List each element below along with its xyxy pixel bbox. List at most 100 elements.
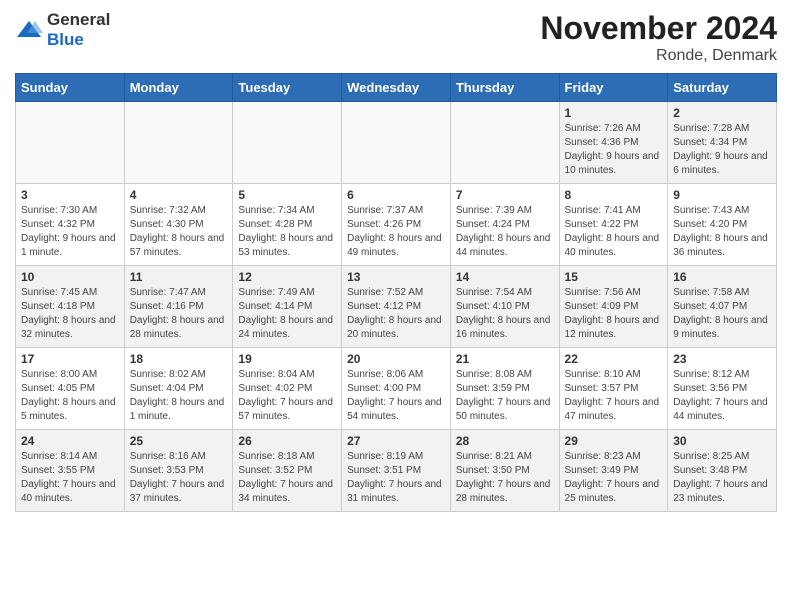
day-info: Sunrise: 7:28 AM Sunset: 4:34 PM Dayligh… <box>673 122 771 178</box>
day-info: Sunrise: 7:45 AM Sunset: 4:18 PM Dayligh… <box>21 286 119 342</box>
day-info: Sunrise: 7:49 AM Sunset: 4:14 PM Dayligh… <box>238 286 336 342</box>
day-info: Sunrise: 8:00 AM Sunset: 4:05 PM Dayligh… <box>21 368 119 424</box>
day-info: Sunrise: 8:16 AM Sunset: 3:53 PM Dayligh… <box>130 450 228 506</box>
calendar-body: 1Sunrise: 7:26 AM Sunset: 4:36 PM Daylig… <box>16 102 777 512</box>
day-info: Sunrise: 7:52 AM Sunset: 4:12 PM Dayligh… <box>347 286 445 342</box>
day-number: 27 <box>347 434 445 448</box>
header-day-tuesday: Tuesday <box>233 74 342 102</box>
calendar-cell: 11 Sunrise: 7:47 AM Sunset: 4:16 PM Dayli… <box>124 266 233 348</box>
day-number: 11 <box>130 270 228 284</box>
day-info: Sunrise: 7:39 AM Sunset: 4:24 PM Dayligh… <box>456 204 554 260</box>
header-day-monday: Monday <box>124 74 233 102</box>
header-day-thursday: Thursday <box>450 74 559 102</box>
calendar-cell <box>342 102 451 184</box>
day-number: 24 <box>21 434 119 448</box>
logo-general: General <box>47 10 110 29</box>
day-number: 20 <box>347 352 445 366</box>
calendar-header: SundayMondayTuesdayWednesdayThursdayFrid… <box>16 74 777 102</box>
day-number: 15 <box>565 270 663 284</box>
calendar-cell: 20 Sunrise: 8:06 AM Sunset: 4:00 PM Dayli… <box>342 348 451 430</box>
month-title: November 2024 <box>540 10 777 47</box>
location: Ronde, Denmark <box>540 47 777 65</box>
calendar-cell: 14 Sunrise: 7:54 AM Sunset: 4:10 PM Dayli… <box>450 266 559 348</box>
week-row-5: 24 Sunrise: 8:14 AM Sunset: 3:55 PM Dayli… <box>16 430 777 512</box>
day-number: 28 <box>456 434 554 448</box>
day-number: 6 <box>347 188 445 202</box>
day-info: Sunrise: 8:25 AM Sunset: 3:48 PM Dayligh… <box>673 450 771 506</box>
day-info: Sunrise: 8:14 AM Sunset: 3:55 PM Dayligh… <box>21 450 119 506</box>
day-number: 21 <box>456 352 554 366</box>
calendar-cell: 12 Sunrise: 7:49 AM Sunset: 4:14 PM Dayli… <box>233 266 342 348</box>
calendar-cell: 17 Sunrise: 8:00 AM Sunset: 4:05 PM Dayli… <box>16 348 125 430</box>
header-day-wednesday: Wednesday <box>342 74 451 102</box>
day-number: 4 <box>130 188 228 202</box>
day-info: Sunrise: 7:47 AM Sunset: 4:16 PM Dayligh… <box>130 286 228 342</box>
day-number: 29 <box>565 434 663 448</box>
day-number: 25 <box>130 434 228 448</box>
day-info: Sunrise: 7:43 AM Sunset: 4:20 PM Dayligh… <box>673 204 771 260</box>
day-number: 12 <box>238 270 336 284</box>
calendar-cell: 9Sunrise: 7:43 AM Sunset: 4:20 PM Daylig… <box>668 184 777 266</box>
calendar-cell: 10 Sunrise: 7:45 AM Sunset: 4:18 PM Dayli… <box>16 266 125 348</box>
header-row: SundayMondayTuesdayWednesdayThursdayFrid… <box>16 74 777 102</box>
day-info: Sunrise: 8:04 AM Sunset: 4:02 PM Dayligh… <box>238 368 336 424</box>
calendar-cell: 26 Sunrise: 8:18 AM Sunset: 3:52 PM Dayli… <box>233 430 342 512</box>
day-number: 7 <box>456 188 554 202</box>
day-number: 13 <box>347 270 445 284</box>
calendar-cell: 27 Sunrise: 8:19 AM Sunset: 3:51 PM Dayli… <box>342 430 451 512</box>
calendar-cell: 6 Sunrise: 7:37 AM Sunset: 4:26 PM Daylig… <box>342 184 451 266</box>
calendar-cell: 16Sunrise: 7:58 AM Sunset: 4:07 PM Dayli… <box>668 266 777 348</box>
day-number: 14 <box>456 270 554 284</box>
day-info: Sunrise: 8:10 AM Sunset: 3:57 PM Dayligh… <box>565 368 663 424</box>
day-info: Sunrise: 7:32 AM Sunset: 4:30 PM Dayligh… <box>130 204 228 260</box>
title-block: November 2024 Ronde, Denmark <box>540 10 777 65</box>
header-day-friday: Friday <box>559 74 668 102</box>
calendar-cell: 1Sunrise: 7:26 AM Sunset: 4:36 PM Daylig… <box>559 102 668 184</box>
day-info: Sunrise: 8:12 AM Sunset: 3:56 PM Dayligh… <box>673 368 771 424</box>
day-info: Sunrise: 8:02 AM Sunset: 4:04 PM Dayligh… <box>130 368 228 424</box>
week-row-2: 3 Sunrise: 7:30 AM Sunset: 4:32 PM Daylig… <box>16 184 777 266</box>
day-info: Sunrise: 7:26 AM Sunset: 4:36 PM Dayligh… <box>565 122 663 178</box>
calendar-cell: 28 Sunrise: 8:21 AM Sunset: 3:50 PM Dayli… <box>450 430 559 512</box>
day-info: Sunrise: 7:54 AM Sunset: 4:10 PM Dayligh… <box>456 286 554 342</box>
day-info: Sunrise: 7:41 AM Sunset: 4:22 PM Dayligh… <box>565 204 663 260</box>
calendar-cell: 30 Sunrise: 8:25 AM Sunset: 3:48 PM Dayli… <box>668 430 777 512</box>
calendar-cell: 3 Sunrise: 7:30 AM Sunset: 4:32 PM Daylig… <box>16 184 125 266</box>
calendar-cell: 5Sunrise: 7:34 AM Sunset: 4:28 PM Daylig… <box>233 184 342 266</box>
page-header: General Blue November 2024 Ronde, Denmar… <box>15 10 777 65</box>
calendar-cell: 18 Sunrise: 8:02 AM Sunset: 4:04 PM Dayli… <box>124 348 233 430</box>
day-info: Sunrise: 7:58 AM Sunset: 4:07 PM Dayligh… <box>673 286 771 342</box>
logo: General Blue <box>15 10 110 50</box>
day-number: 2 <box>673 106 771 120</box>
day-number: 3 <box>21 188 119 202</box>
calendar-table: SundayMondayTuesdayWednesdayThursdayFrid… <box>15 73 777 512</box>
calendar-cell: 29Sunrise: 8:23 AM Sunset: 3:49 PM Dayli… <box>559 430 668 512</box>
day-number: 17 <box>21 352 119 366</box>
day-info: Sunrise: 8:18 AM Sunset: 3:52 PM Dayligh… <box>238 450 336 506</box>
calendar-cell <box>233 102 342 184</box>
header-day-saturday: Saturday <box>668 74 777 102</box>
day-info: Sunrise: 8:21 AM Sunset: 3:50 PM Dayligh… <box>456 450 554 506</box>
calendar-cell: 23Sunrise: 8:12 AM Sunset: 3:56 PM Dayli… <box>668 348 777 430</box>
day-number: 10 <box>21 270 119 284</box>
calendar-cell: 24 Sunrise: 8:14 AM Sunset: 3:55 PM Dayli… <box>16 430 125 512</box>
calendar-cell: 25 Sunrise: 8:16 AM Sunset: 3:53 PM Dayli… <box>124 430 233 512</box>
day-number: 30 <box>673 434 771 448</box>
day-number: 8 <box>565 188 663 202</box>
day-info: Sunrise: 8:19 AM Sunset: 3:51 PM Dayligh… <box>347 450 445 506</box>
day-info: Sunrise: 8:08 AM Sunset: 3:59 PM Dayligh… <box>456 368 554 424</box>
calendar-cell: 7 Sunrise: 7:39 AM Sunset: 4:24 PM Daylig… <box>450 184 559 266</box>
day-info: Sunrise: 7:30 AM Sunset: 4:32 PM Dayligh… <box>21 204 119 260</box>
calendar-cell <box>124 102 233 184</box>
week-row-1: 1Sunrise: 7:26 AM Sunset: 4:36 PM Daylig… <box>16 102 777 184</box>
day-info: Sunrise: 7:37 AM Sunset: 4:26 PM Dayligh… <box>347 204 445 260</box>
day-info: Sunrise: 7:34 AM Sunset: 4:28 PM Dayligh… <box>238 204 336 260</box>
day-info: Sunrise: 8:06 AM Sunset: 4:00 PM Dayligh… <box>347 368 445 424</box>
day-number: 26 <box>238 434 336 448</box>
calendar-cell: 2 Sunrise: 7:28 AM Sunset: 4:34 PM Daylig… <box>668 102 777 184</box>
calendar-cell: 4 Sunrise: 7:32 AM Sunset: 4:30 PM Daylig… <box>124 184 233 266</box>
week-row-3: 10 Sunrise: 7:45 AM Sunset: 4:18 PM Dayli… <box>16 266 777 348</box>
calendar-cell <box>16 102 125 184</box>
day-number: 18 <box>130 352 228 366</box>
week-row-4: 17 Sunrise: 8:00 AM Sunset: 4:05 PM Dayli… <box>16 348 777 430</box>
